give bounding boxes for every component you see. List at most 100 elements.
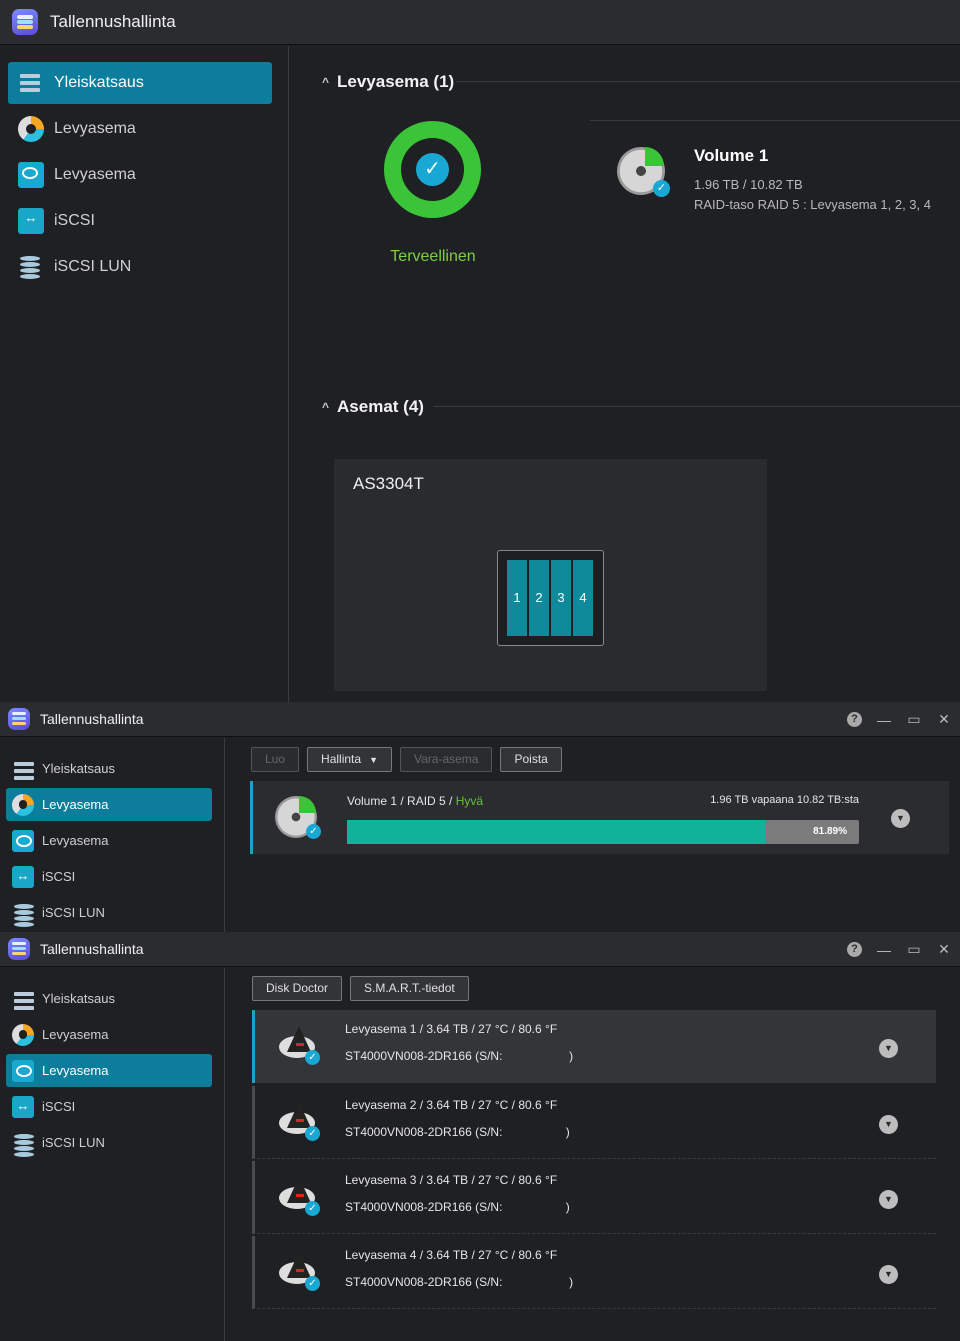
disk-doctor-button[interactable]: Disk Doctor	[252, 976, 343, 1001]
close-icon[interactable]: ✕	[936, 941, 952, 958]
sidebar-item-iscsi-lun[interactable]: iSCSI LUN	[6, 1126, 212, 1159]
expand-chevron-icon[interactable]: ▼	[879, 1115, 898, 1134]
nas-device-card: AS3304T 1 2 3 4	[334, 459, 767, 691]
title-bar: Tallennushallinta ? — ▭ ✕	[0, 702, 960, 737]
volume-row[interactable]: ✓ Volume 1 / RAID 5 / Hyvä 1.96 TB vapaa…	[250, 781, 949, 854]
sidebar-item-overview[interactable]: Yleiskatsaus	[6, 982, 212, 1015]
sidebar-item-disk[interactable]: Levyasema	[8, 154, 272, 196]
sidebar-item-iscsi[interactable]: iSCSI	[8, 200, 272, 242]
volume-icon	[12, 1023, 34, 1046]
seagate-disk-icon: ✓	[279, 1177, 320, 1216]
maximize-icon[interactable]: ▭	[906, 711, 922, 728]
expand-chevron-icon[interactable]: ▼	[879, 1265, 898, 1284]
sidebar-item-iscsi-lun[interactable]: iSCSI LUN	[8, 246, 272, 288]
sidebar-item-disk[interactable]: Levyasema	[6, 1054, 212, 1087]
disk-model: ST4000VN008-2DR166 (S/N: )	[345, 1049, 574, 1063]
help-icon[interactable]: ?	[847, 942, 862, 957]
sidebar-item-iscsi[interactable]: iSCSI	[6, 860, 212, 893]
sidebar-item-volume[interactable]: Levyasema	[6, 788, 212, 821]
healthy-check-icon: ✓	[416, 153, 449, 186]
drive-bay[interactable]: 3	[551, 560, 571, 636]
sidebar-item-iscsi-lun[interactable]: iSCSI LUN	[6, 896, 212, 929]
disk-title: Levyasema 4 / 3.64 TB / 27 °C / 80.6 °F	[345, 1248, 558, 1262]
title-bar: Tallennushallinta ? — ▭ ✕	[0, 932, 960, 967]
maximize-icon[interactable]: ▭	[906, 941, 922, 958]
disk-row[interactable]: ✓ Levyasema 4 / 3.64 TB / 27 °C / 80.6 °…	[252, 1236, 936, 1309]
iscsi-lun-icon	[18, 254, 44, 280]
expand-chevron-icon[interactable]: ▼	[879, 1190, 898, 1209]
disk-row[interactable]: ✓ Levyasema 2 / 3.64 TB / 27 °C / 80.6 °…	[252, 1086, 936, 1159]
disk-model: ST4000VN008-2DR166 (S/N: )	[345, 1275, 574, 1289]
disk-title: Levyasema 1 / 3.64 TB / 27 °C / 80.6 °F	[345, 1022, 558, 1036]
disk-row[interactable]: ✓ Levyasema 1 / 3.64 TB / 27 °C / 80.6 °…	[252, 1010, 936, 1083]
window-title: Tallennushallinta	[40, 711, 144, 727]
disk-icon	[18, 162, 44, 188]
disk-icon	[12, 1059, 34, 1082]
seagate-disk-icon: ✓	[279, 1026, 320, 1065]
storage-manager-app-icon	[8, 938, 30, 960]
create-button[interactable]: Luo	[251, 747, 300, 772]
drive-bay[interactable]: 4	[573, 560, 593, 636]
disk-model: ST4000VN008-2DR166 (S/N: )	[345, 1200, 570, 1214]
sidebar: Yleiskatsaus Levyasema Levyasema iSCSI i…	[0, 46, 289, 702]
drives-section-header[interactable]: ^ Asemat (4)	[322, 397, 424, 417]
usage-bar: 81.89%	[347, 820, 859, 844]
storage-manager-app-icon	[8, 708, 30, 730]
iscsi-lun-icon	[12, 902, 34, 924]
usage-percent: 81.89%	[813, 826, 847, 837]
overview-icon	[18, 70, 44, 96]
sidebar-item-overview[interactable]: Yleiskatsaus	[6, 752, 212, 785]
drive-bay[interactable]: 1	[507, 560, 527, 636]
close-icon[interactable]: ✕	[936, 711, 952, 728]
help-icon[interactable]: ?	[847, 712, 862, 727]
volume-free-space: 1.96 TB vapaana 10.82 TB:sta	[710, 794, 859, 806]
collapse-caret-icon: ^	[322, 75, 330, 89]
sidebar-item-disk[interactable]: Levyasema	[6, 824, 212, 857]
nas-chassis: 1 2 3 4	[497, 550, 604, 646]
sidebar: Yleiskatsaus Levyasema Levyasema iSCSI i…	[0, 968, 225, 1341]
seagate-disk-icon: ✓	[279, 1252, 320, 1291]
section-divider	[433, 406, 960, 407]
disk-toolbar: Disk Doctor S.M.A.R.T.-tiedot	[252, 976, 469, 1001]
minimize-icon[interactable]: —	[876, 712, 892, 728]
disk-title: Levyasema 3 / 3.64 TB / 27 °C / 80.6 °F	[345, 1173, 558, 1187]
divider	[590, 120, 960, 121]
sidebar-item-iscsi[interactable]: iSCSI	[6, 1090, 212, 1123]
expand-chevron-icon[interactable]: ▼	[879, 1039, 898, 1058]
collapse-caret-icon: ^	[322, 400, 330, 414]
minimize-icon[interactable]: —	[876, 942, 892, 958]
nas-model: AS3304T	[353, 474, 424, 493]
volume-window: Tallennushallinta ? — ▭ ✕ Yleiskatsaus L…	[0, 702, 960, 932]
sidebar-item-volume[interactable]: Levyasema	[6, 1018, 212, 1051]
iscsi-lun-icon	[12, 1132, 34, 1154]
disk-title: Levyasema 2 / 3.64 TB / 27 °C / 80.6 °F	[345, 1098, 558, 1112]
volume-status: Hyvä	[455, 794, 484, 808]
storage-manager-app-icon	[12, 9, 38, 35]
iscsi-icon	[12, 1095, 34, 1118]
disk-row[interactable]: ✓ Levyasema 3 / 3.64 TB / 27 °C / 80.6 °…	[252, 1161, 936, 1234]
sidebar: Yleiskatsaus Levyasema Levyasema iSCSI i…	[0, 738, 225, 932]
manage-button[interactable]: Hallinta ▼	[307, 747, 392, 772]
smart-info-button[interactable]: S.M.A.R.T.-tiedot	[350, 976, 469, 1001]
volume-icon	[18, 116, 44, 142]
expand-chevron-icon[interactable]: ▼	[891, 809, 910, 828]
window-controls: ? — ▭ ✕	[847, 932, 952, 967]
volume-disk-icon: ✓	[617, 147, 670, 197]
volume-name[interactable]: Volume 1	[694, 146, 768, 166]
section-divider	[456, 81, 960, 82]
disk-model: ST4000VN008-2DR166 (S/N: )	[345, 1125, 570, 1139]
sidebar-item-overview[interactable]: Yleiskatsaus	[8, 62, 272, 104]
volume-toolbar: Luo Hallinta ▼ Vara-asema Poista	[251, 747, 562, 772]
volumes-section-header[interactable]: ^ Levyasema (1)	[322, 72, 454, 92]
chevron-down-icon: ▼	[369, 755, 378, 765]
health-status: Terveellinen	[390, 248, 476, 265]
seagate-disk-icon: ✓	[279, 1102, 320, 1141]
spare-drive-button[interactable]: Vara-asema	[399, 747, 493, 772]
drive-bay[interactable]: 2	[529, 560, 549, 636]
overview-window: Tallennushallinta Yleiskatsaus Levyasema…	[0, 0, 960, 702]
volume-icon	[12, 793, 34, 816]
window-title: Tallennushallinta	[40, 941, 144, 957]
sidebar-item-volume[interactable]: Levyasema	[8, 108, 272, 150]
disk-icon	[12, 829, 34, 852]
remove-button[interactable]: Poista	[500, 747, 562, 772]
